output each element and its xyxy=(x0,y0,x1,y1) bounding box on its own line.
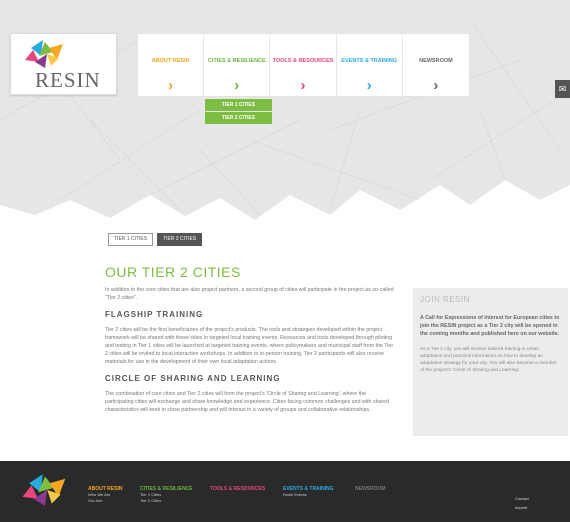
tab-tier2[interactable]: TIER 2 CITIES xyxy=(157,233,203,246)
submenu-item-tier2[interactable]: TIER 2 CITIES xyxy=(205,112,272,124)
submenu-item-tier1[interactable]: TIER 1 CITIES xyxy=(205,99,272,111)
nav-item-about[interactable]: ABOUT RESIN › xyxy=(138,34,205,96)
section-heading: CIRCLE OF SHARING AND LEARNING xyxy=(105,374,281,383)
footer-col-newsroom: NEWSROOM xyxy=(355,486,386,492)
chevron-right-icon: › xyxy=(300,77,306,94)
sidebar-bold-text: A Call for Expressions of Interest for E… xyxy=(420,315,560,337)
nav-item-tools[interactable]: TOOLS & RESOURCES › xyxy=(270,34,337,96)
join-resin-box: JOIN RESIN A Call for Expressions of Int… xyxy=(413,288,568,436)
logo-text: RESIN xyxy=(35,68,101,92)
intro-text: In addition to the core cities that are … xyxy=(105,287,394,301)
section-text: The combination of core cities and Tier … xyxy=(105,391,390,413)
chevron-right-icon: › xyxy=(366,77,372,94)
footer-link[interactable]: Resin Events xyxy=(283,492,334,498)
chevron-right-icon: › xyxy=(234,77,240,94)
nav-label: NEWSROOM xyxy=(419,58,453,64)
footer-legal-links: Contact Imprint xyxy=(515,494,529,512)
hero-header: RESIN ABOUT RESIN › CITIES & RESILIENCE … xyxy=(0,0,570,232)
footer-col-events: EVENTS & TRAINING Resin Events xyxy=(283,486,334,498)
section-heading: FLAGSHIP TRAINING xyxy=(105,310,204,319)
resin-logo-icon xyxy=(25,40,63,68)
tab-tier1[interactable]: TIER 1 CITIES xyxy=(108,233,154,246)
logo[interactable]: RESIN xyxy=(10,33,117,95)
page-title: OUR TIER 2 CITIES xyxy=(105,264,241,280)
footer: ABOUT RESIN Who We Are Our Aim CITIES & … xyxy=(0,461,570,522)
contact-link[interactable]: Contact xyxy=(515,494,529,503)
tier-tabs: TIER 1 CITIES TIER 2 CITIES xyxy=(108,233,203,246)
chevron-right-icon: › xyxy=(433,77,439,94)
main-content: OUR TIER 2 CITIES In addition to the cor… xyxy=(105,264,395,414)
main-nav: ABOUT RESIN › CITIES & RESILIENCE › TOOL… xyxy=(137,33,470,97)
sidebar-title: JOIN RESIN xyxy=(420,295,470,304)
footer-heading[interactable]: NEWSROOM xyxy=(355,486,386,492)
share-icon: ✉ xyxy=(558,84,567,94)
nav-label: ABOUT RESIN xyxy=(151,58,190,64)
resin-logo-icon[interactable] xyxy=(17,472,73,508)
footer-link[interactable]: Our Aim xyxy=(88,498,122,504)
nav-label: TOOLS & RESOURCES xyxy=(272,58,334,64)
footer-heading[interactable]: TOOLS & RESOURCES xyxy=(210,486,265,492)
footer-col-tools: TOOLS & RESOURCES xyxy=(210,486,265,492)
nav-item-newsroom[interactable]: NEWSROOM › xyxy=(403,34,469,96)
chevron-right-icon: › xyxy=(168,77,174,94)
imprint-link[interactable]: Imprint xyxy=(515,503,529,512)
share-button[interactable]: ✉ xyxy=(555,80,570,98)
footer-col-about: ABOUT RESIN Who We Are Our Aim xyxy=(88,486,122,504)
cities-submenu: TIER 1 CITIES TIER 2 CITIES xyxy=(205,99,272,125)
nav-label: EVENTS & TRAINING xyxy=(341,58,398,64)
section-text: Tier 2 cities will be the first benefici… xyxy=(105,327,394,365)
footer-col-cities: CITIES & RESILIENCE Tier 1 Cities Tier 2… xyxy=(140,486,193,504)
nav-item-cities[interactable]: CITIES & RESILIENCE › xyxy=(204,34,271,96)
nav-label: CITIES & RESILIENCE xyxy=(207,58,266,64)
nav-item-events[interactable]: EVENTS & TRAINING › xyxy=(337,34,403,96)
sidebar-text: As a Tier 2 city, you will receive tailo… xyxy=(420,347,557,373)
footer-link[interactable]: Tier 2 Cities xyxy=(140,498,193,504)
